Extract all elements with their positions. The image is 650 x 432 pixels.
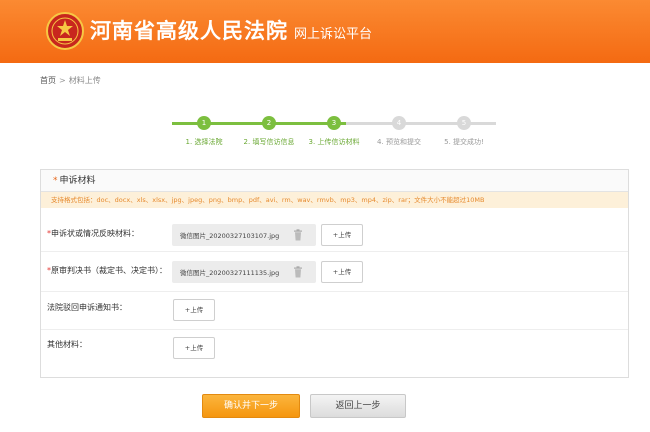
panel-title: 申诉材料 xyxy=(59,176,96,186)
uploaded-file: 微信图片_20200327111135.jpg xyxy=(172,261,316,283)
upload-button[interactable]: +上传 xyxy=(321,224,363,246)
panel-header: * 申诉材料 xyxy=(41,170,628,192)
row-label-text: 申诉状或情况反映材料： xyxy=(51,229,139,238)
uploaded-file: 微信图片_20200327103107.jpg xyxy=(172,224,316,246)
trash-icon[interactable] xyxy=(293,229,303,241)
row-label-text: 其他材料： xyxy=(47,340,87,349)
site-subtitle: 网上诉讼平台 xyxy=(294,27,373,42)
row-label: *申诉状或情况反映材料： xyxy=(47,228,139,239)
upload-row: 其他材料： +上传 xyxy=(41,330,628,370)
breadcrumb-current: 材料上传 xyxy=(68,76,101,85)
site-header: 河南省高级人民法院 网上诉讼平台 xyxy=(0,0,650,63)
breadcrumb-separator: > xyxy=(59,76,66,85)
trash-icon[interactable] xyxy=(293,266,303,278)
required-star: * xyxy=(53,176,58,186)
row-label: *原审判决书（裁定书、决定书）： xyxy=(47,265,167,276)
row-label: 其他材料： xyxy=(47,339,87,350)
back-button[interactable]: 返回上一步 xyxy=(310,394,406,418)
step-dot-5: 5 xyxy=(457,116,471,130)
step-connector xyxy=(346,122,496,125)
row-label-text: 原审判决书（裁定书、决定书）： xyxy=(51,266,167,275)
step-dot-4: 4 xyxy=(392,116,406,130)
row-label: 法院驳回申诉通知书： xyxy=(47,302,127,313)
breadcrumb: 首页 > 材料上传 xyxy=(40,75,101,86)
file-name: 微信图片_20200327103107.jpg xyxy=(180,232,280,240)
upload-button[interactable]: +上传 xyxy=(173,337,215,359)
upload-row: *原审判决书（裁定书、决定书）： 微信图片_20200327111135.jpg… xyxy=(41,252,628,292)
upload-button[interactable]: +上传 xyxy=(173,299,215,321)
upload-row: 法院驳回申诉通知书： +上传 xyxy=(41,292,628,330)
row-label-text: 法院驳回申诉通知书： xyxy=(47,303,127,312)
file-name: 微信图片_20200327111135.jpg xyxy=(180,269,280,277)
step-dot-2: 2 xyxy=(262,116,276,130)
site-title: 河南省高级人民法院 xyxy=(90,19,288,43)
materials-panel: * 申诉材料 支持格式包括：doc、docx、xls、xlsx、jpg、jpeg、… xyxy=(40,169,629,378)
step-dot-3: 3 xyxy=(327,116,341,130)
step-dot-1: 1 xyxy=(197,116,211,130)
confirm-next-button[interactable]: 确认并下一步 xyxy=(202,394,300,418)
progress-steps: 1 2 3 4 5 1. 选择法院 2. 填写信访信息 3. 上传信访材料 4.… xyxy=(160,113,505,153)
step-label-5: 5. 提交成功! xyxy=(444,138,484,146)
breadcrumb-home-link[interactable]: 首页 xyxy=(40,76,56,85)
upload-button[interactable]: +上传 xyxy=(321,261,363,283)
upload-row: *申诉状或情况反映材料： 微信图片_20200327103107.jpg +上传 xyxy=(41,210,628,252)
format-notice: 支持格式包括：doc、docx、xls、xlsx、jpg、jpeg、png、bm… xyxy=(41,192,628,208)
court-emblem-icon xyxy=(46,12,84,50)
